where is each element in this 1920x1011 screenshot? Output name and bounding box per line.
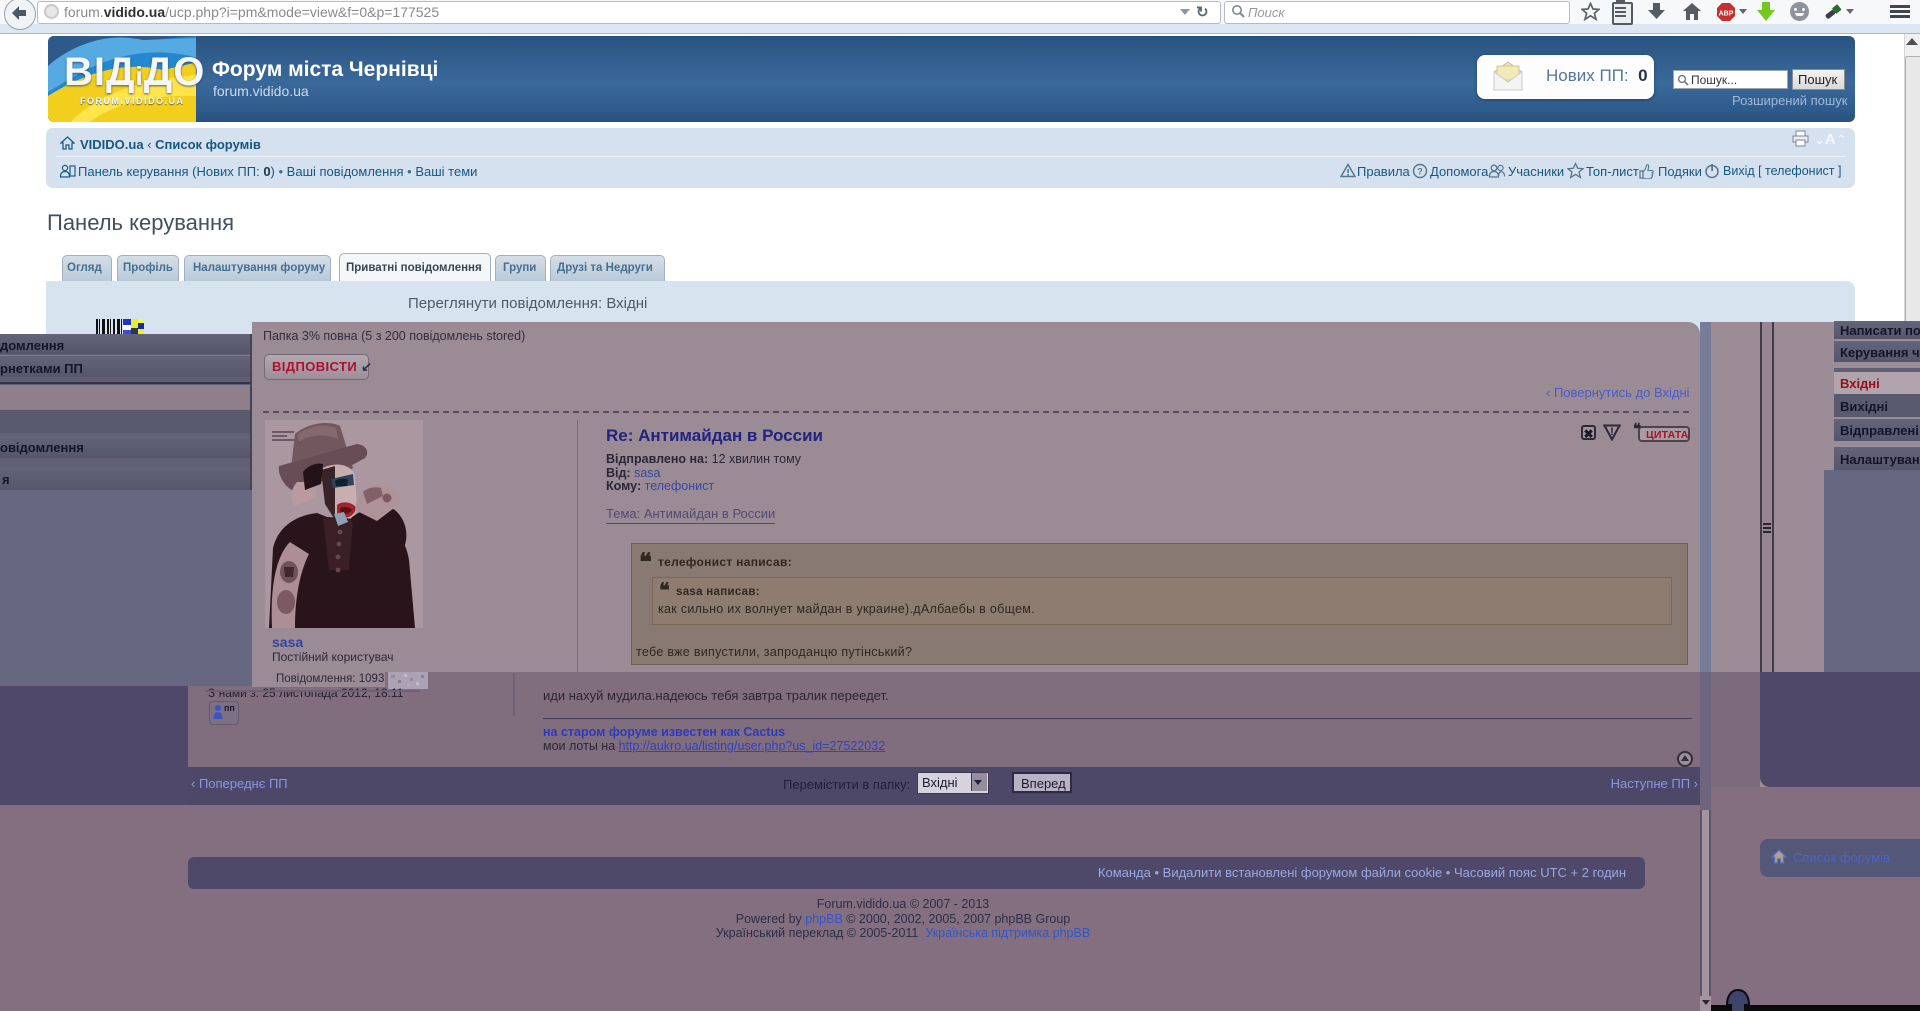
- svg-text:!: !: [1610, 426, 1614, 438]
- svg-text:?: ?: [1417, 167, 1423, 177]
- svg-text:ABP: ABP: [1719, 11, 1734, 18]
